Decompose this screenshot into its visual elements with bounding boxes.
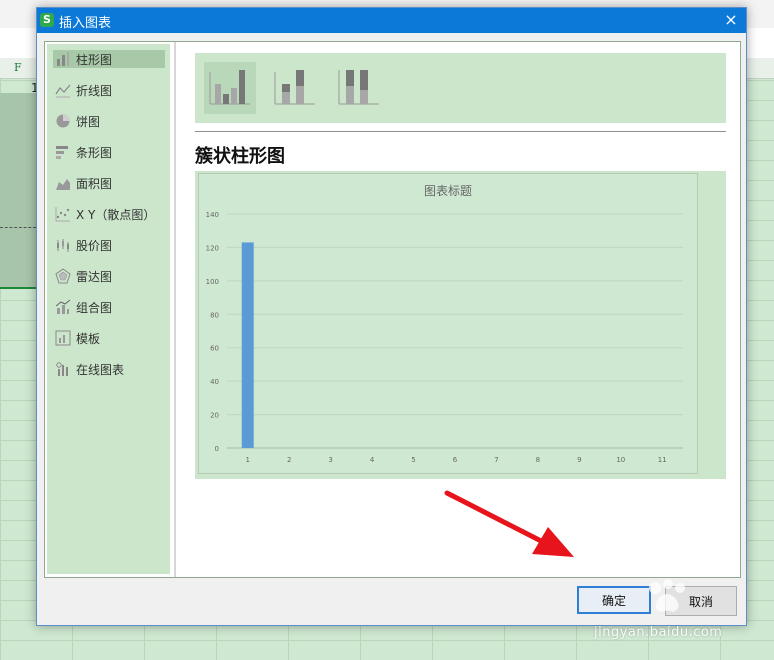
y-tick-label: 20 <box>210 412 219 420</box>
selected-range[interactable] <box>0 93 36 289</box>
dialog-titlebar[interactable]: S 插入图表 × <box>37 8 746 33</box>
watermark-text: jingyan.baidu.com <box>594 625 723 640</box>
combo-chart-icon <box>55 299 71 314</box>
clustered-column-icon <box>209 70 250 105</box>
sidebar-item-template[interactable]: 模板 <box>53 329 165 347</box>
x-tick-label: 11 <box>658 456 667 464</box>
sidebar-item-label: 折线图 <box>76 84 113 98</box>
sidebar-item-radar[interactable]: 雷达图 <box>53 267 165 285</box>
close-button[interactable]: × <box>722 10 740 30</box>
x-tick-label: 10 <box>616 456 625 464</box>
sidebar-item-label: X Y（散点图） <box>76 208 156 222</box>
online-chart-icon <box>56 362 68 376</box>
sidebar-item-label: 在线图表 <box>76 363 125 377</box>
sidebar-item-label: 模板 <box>76 332 101 346</box>
stock-chart-icon <box>57 239 69 252</box>
area-chart-icon <box>56 179 70 190</box>
x-tick-label: 1 <box>245 456 249 464</box>
x-tick-label: 3 <box>328 456 332 464</box>
subtype-clustered-column[interactable] <box>204 62 256 114</box>
sidebar-item-label: 雷达图 <box>76 270 113 284</box>
y-tick-label: 40 <box>210 378 219 386</box>
x-tick-label: 2 <box>287 456 291 464</box>
subtype-percent-stacked-column[interactable] <box>333 62 385 114</box>
bar <box>241 242 254 448</box>
sidebar-item-area[interactable]: 面积图 <box>53 174 165 192</box>
x-tick-label: 8 <box>536 456 540 464</box>
chart-title: 图表标题 <box>424 184 472 198</box>
sidebar-item-pie[interactable]: 饼图 <box>53 112 165 130</box>
sidebar-item-stock[interactable]: 股价图 <box>53 236 165 254</box>
sidebar-item-label: 面积图 <box>76 177 113 191</box>
preview-chart-svg: 图表标题 0 20 40 60 80 100 120 140 1 2 3 4 5 6 7 8 9 10 11 <box>206 184 683 464</box>
x-tick-label: 4 <box>370 456 375 464</box>
chart-subtype-strip <box>195 53 726 123</box>
sidebar-item-label: 柱形图 <box>76 53 113 67</box>
radar-chart-icon <box>55 268 71 284</box>
x-tick-label: 5 <box>411 456 415 464</box>
wps-app-icon: S <box>40 13 54 27</box>
section-divider <box>195 131 726 132</box>
percent-stacked-column-icon <box>338 70 379 105</box>
insert-chart-dialog: S 插入图表 × 柱形图 折线图 饼图 条形图 面积图 X Y（散点图） 股价图… <box>36 7 747 626</box>
dialog-title: 插入图表 <box>59 16 112 31</box>
y-tick-label: 0 <box>215 445 219 453</box>
sidebar-item-label: 饼图 <box>76 115 101 129</box>
sidebar-item-combo[interactable]: 组合图 <box>53 298 165 316</box>
column-header-f[interactable]: F <box>14 61 22 74</box>
chart-preview: 图表标题 0 20 40 60 80 100 120 140 1 2 3 4 5 6 7 8 9 10 11 <box>198 173 698 474</box>
y-tick-label: 100 <box>206 278 219 286</box>
stacked-column-icon <box>274 70 315 105</box>
sidebar-item-bar[interactable]: 条形图 <box>53 143 165 161</box>
x-tick-label: 9 <box>577 456 581 464</box>
chart-subtype-heading: 簇状柱形图 <box>195 146 285 167</box>
sidebar-item-label: 组合图 <box>76 301 113 315</box>
sidebar-item-column[interactable]: 柱形图 <box>53 50 165 68</box>
sidebar-item-label: 条形图 <box>76 146 113 160</box>
column-chart-icon <box>57 52 69 66</box>
line-chart-icon <box>55 84 71 98</box>
scatter-chart-icon <box>55 207 70 222</box>
x-tick-label: 7 <box>494 456 498 464</box>
chart-preview-panel: 图表标题 0 20 40 60 80 100 120 140 1 2 3 4 5 6 7 8 9 10 11 <box>195 171 726 479</box>
chart-type-sidebar: 柱形图 折线图 饼图 条形图 面积图 X Y（散点图） 股价图 雷达图 组合图 … <box>47 44 170 574</box>
y-tick-label: 60 <box>210 345 219 353</box>
dialog-body: 柱形图 折线图 饼图 条形图 面积图 X Y（散点图） 股价图 雷达图 组合图 … <box>44 41 741 578</box>
y-tick-label: 120 <box>206 244 219 252</box>
sidebar-divider <box>174 42 176 577</box>
subtype-stacked-column[interactable] <box>269 62 321 114</box>
template-icon <box>55 330 71 346</box>
x-tick-label: 6 <box>453 456 458 464</box>
sidebar-item-label: 股价图 <box>76 239 113 253</box>
cancel-button[interactable]: 取消 <box>665 586 737 616</box>
sidebar-item-scatter[interactable]: X Y（散点图） <box>53 205 165 223</box>
pie-chart-icon <box>56 114 70 128</box>
ok-button[interactable]: 确定 <box>577 586 651 614</box>
bar-chart-icon <box>56 146 68 159</box>
copy-marquee <box>0 227 36 228</box>
sidebar-item-line[interactable]: 折线图 <box>53 81 165 99</box>
y-tick-label: 80 <box>210 311 219 319</box>
sidebar-item-online[interactable]: 在线图表 <box>53 360 165 378</box>
y-tick-label: 140 <box>206 211 219 219</box>
